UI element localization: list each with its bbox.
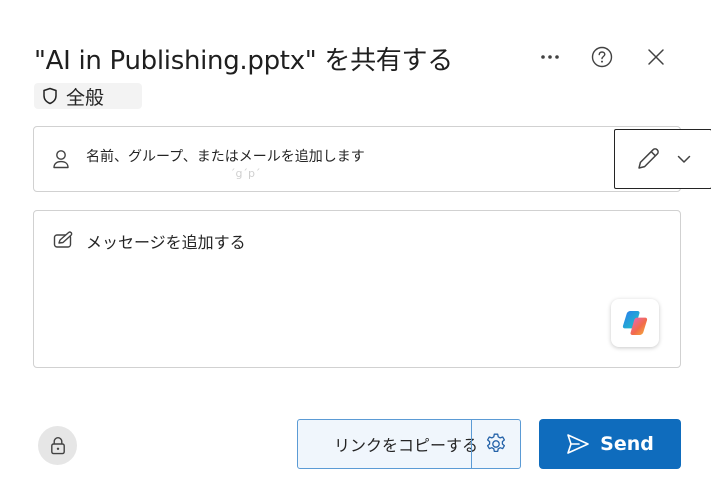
sensitivity-label-text: 全般 bbox=[66, 86, 105, 109]
send-icon bbox=[567, 434, 589, 454]
sensitivity-label-badge[interactable]: 全般 bbox=[34, 83, 142, 109]
chevron-down-icon bbox=[677, 155, 691, 163]
people-picker: ˊgˊpˊ bbox=[33, 126, 711, 192]
help-button[interactable] bbox=[585, 40, 619, 74]
permission-dropdown-button[interactable] bbox=[614, 129, 711, 189]
copilot-button[interactable] bbox=[611, 299, 659, 347]
people-search-input[interactable] bbox=[86, 144, 566, 170]
copy-link-label: リンクをコピーする bbox=[334, 436, 479, 455]
message-input[interactable] bbox=[86, 229, 626, 289]
share-dialog: "AI in Publishing.pptx" を共有する 全般 ˊgˊp bbox=[0, 0, 711, 501]
copilot-icon bbox=[622, 311, 648, 335]
compose-icon bbox=[53, 231, 73, 248]
send-label: Send bbox=[600, 433, 654, 455]
dialog-title: "AI in Publishing.pptx" を共有する bbox=[34, 46, 453, 76]
more-icon bbox=[541, 55, 559, 59]
close-button[interactable] bbox=[639, 40, 673, 74]
shield-icon bbox=[43, 87, 57, 105]
more-options-button[interactable] bbox=[533, 40, 567, 74]
pencil-icon bbox=[638, 148, 659, 169]
copy-link-button[interactable]: リンクをコピーする bbox=[298, 420, 478, 468]
person-icon bbox=[53, 150, 69, 169]
gear-icon bbox=[486, 433, 506, 453]
close-icon bbox=[648, 49, 664, 65]
message-box bbox=[33, 210, 681, 368]
link-settings-lock-button[interactable] bbox=[38, 426, 77, 465]
input-ghost-text: ˊgˊpˊ bbox=[230, 167, 261, 180]
lock-icon bbox=[50, 436, 65, 455]
copy-link-group: リンクをコピーする bbox=[297, 419, 521, 469]
send-button[interactable]: Send bbox=[539, 419, 681, 469]
link-settings-button[interactable] bbox=[472, 420, 520, 468]
help-icon bbox=[591, 46, 613, 68]
